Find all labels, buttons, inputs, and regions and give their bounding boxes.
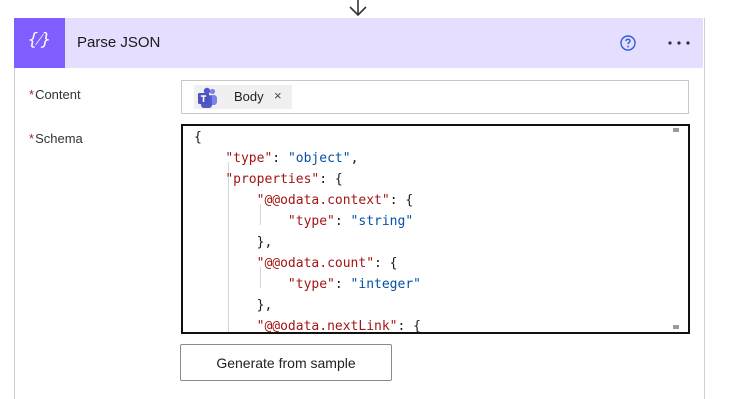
schema-editor[interactable]: { "type": "object", "properties": { "@@o…: [181, 124, 690, 334]
content-label: *Content: [29, 87, 81, 102]
more-options-icon[interactable]: [666, 34, 692, 52]
token-label: Body: [234, 89, 264, 104]
parse-json-icon: {⁄}: [14, 18, 65, 68]
required-mark: *: [29, 131, 35, 146]
generate-from-sample-button[interactable]: Generate from sample: [180, 344, 392, 381]
body-token[interactable]: Body ×: [194, 85, 292, 109]
card-title: Parse JSON: [77, 34, 161, 51]
scrollbar-bottom-marker[interactable]: [673, 325, 679, 329]
schema-code[interactable]: { "type": "object", "properties": { "@@o…: [194, 127, 421, 332]
required-mark: *: [29, 87, 35, 102]
teams-icon: [198, 87, 217, 108]
help-icon[interactable]: [620, 35, 636, 51]
content-input[interactable]: Body ×: [181, 80, 689, 114]
arrow-down-icon: [349, 0, 367, 17]
schema-label: *Schema: [29, 131, 83, 146]
card-header[interactable]: {⁄} Parse JSON: [14, 18, 703, 68]
remove-token-button[interactable]: ×: [274, 88, 282, 103]
scrollbar-top-marker[interactable]: [673, 128, 679, 132]
